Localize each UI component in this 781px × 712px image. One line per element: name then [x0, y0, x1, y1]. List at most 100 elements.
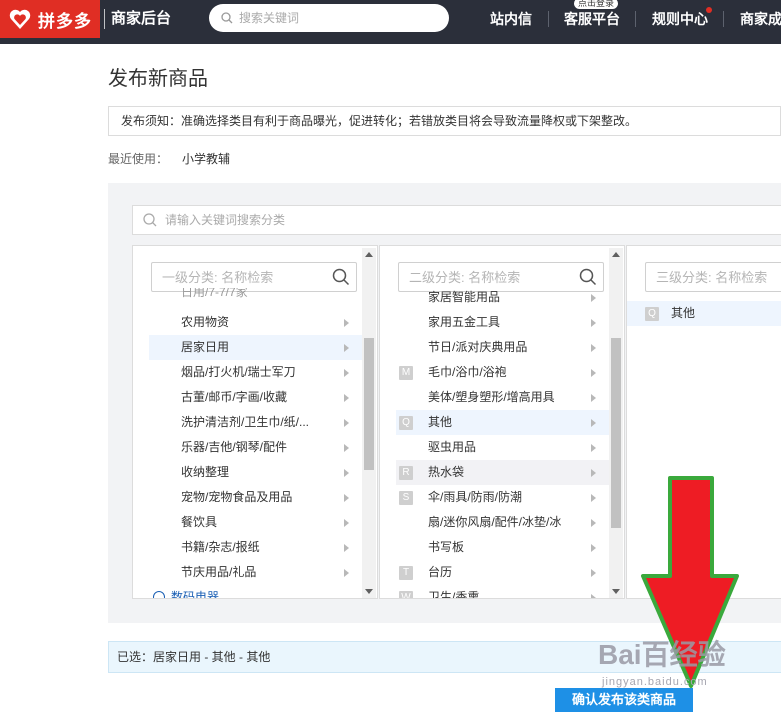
- confirm-publish-button[interactable]: 确认发布该类商品: [555, 688, 693, 712]
- level2-category-column: 家居智能用品家用五金工具节日/派对庆典用品 M 毛巾/浴巾/浴袍美体/塑身塑形/增高…: [379, 245, 625, 599]
- list-item-label: 宠物/宠物食品及用品: [181, 490, 293, 504]
- nav-merchant-growth[interactable]: 商家成: [740, 10, 781, 28]
- chevron-right-icon: [344, 419, 349, 427]
- list-item[interactable]: 乐器/吉他/钢琴/配件: [149, 435, 363, 460]
- chevron-right-icon: [344, 569, 349, 577]
- chevron-right-icon: [591, 494, 596, 502]
- nav-messages[interactable]: 站内信: [490, 10, 532, 28]
- nav-customer-service[interactable]: 客服平台: [564, 10, 620, 28]
- level2-scrollbar[interactable]: [609, 248, 623, 598]
- letter-index-badge: W: [399, 591, 413, 598]
- global-search-input[interactable]: [239, 11, 429, 25]
- list-item[interactable]: 节庆用品/礼品: [149, 560, 363, 585]
- letter-index-badge: Q: [645, 307, 659, 321]
- login-badge[interactable]: 点击登录: [574, 0, 619, 9]
- list-item-label: 洗护清洁剂/卫生巾/纸/...: [181, 415, 310, 429]
- chevron-right-icon: [591, 319, 596, 327]
- level1-list[interactable]: 日用/7-7/7家 农用物资 居家日用 烟品/打火机/瑞士军刀 古董/邮币/字画…: [133, 288, 365, 598]
- chevron-right-icon: [591, 294, 596, 302]
- level1-search-input[interactable]: [162, 269, 322, 285]
- list-item-label: 节庆用品/礼品: [181, 565, 257, 579]
- list-item[interactable]: 家居智能用品: [396, 288, 610, 310]
- list-item[interactable]: 日用/7-7/7家: [149, 288, 363, 305]
- list-item[interactable]: 扇/迷你风扇/配件/冰垫/冰: [396, 510, 610, 535]
- search-icon: [143, 213, 157, 227]
- chevron-right-icon: [591, 594, 596, 598]
- level2-list[interactable]: 家居智能用品 家用五金工具节日/派对庆典用品 M 毛巾/浴巾/浴袍 美体/塑身塑形/增高…: [380, 288, 612, 598]
- letter-index-badge: R: [399, 466, 413, 480]
- list-item[interactable]: 书籍/杂志/报纸: [149, 535, 363, 560]
- list-item-label: 扇/迷你风扇/配件/冰垫/冰: [428, 515, 562, 529]
- scroll-up-icon[interactable]: [612, 252, 620, 257]
- baidu-watermark-url: jingyan.baidu.com: [602, 676, 708, 688]
- logo-text: 拼多多: [38, 11, 92, 31]
- baidu-watermark: Bai百经验: [598, 639, 726, 670]
- pinduoduo-logo-icon: [9, 9, 31, 29]
- chevron-right-icon: [591, 519, 596, 527]
- letter-index-badge: Q: [399, 416, 413, 430]
- level1-scrollbar[interactable]: [362, 248, 376, 598]
- list-item-label: 居家日用: [181, 340, 230, 354]
- scroll-up-icon[interactable]: [365, 252, 373, 257]
- list-item[interactable]: 美体/塑身塑形/增高用具: [396, 385, 610, 410]
- level3-search-input[interactable]: [656, 269, 781, 285]
- list-item-label: 书籍/杂志/报纸: [181, 540, 260, 554]
- nav-divider: [635, 11, 636, 27]
- list-item[interactable]: 驱虫用品: [396, 435, 610, 460]
- list-item[interactable]: 节日/派对庆典用品: [396, 335, 610, 360]
- chevron-right-icon: [591, 569, 596, 577]
- chevron-right-icon: [344, 344, 349, 352]
- chevron-right-icon: [344, 544, 349, 552]
- chevron-right-icon: [344, 494, 349, 502]
- list-item[interactable]: 餐饮具: [149, 510, 363, 535]
- recent-used: 最近使用： 小学教辅: [108, 151, 230, 167]
- letter-index-badge: T: [399, 566, 413, 580]
- more-category-link[interactable]: 数码电器: [149, 585, 363, 598]
- list-item[interactable]: 洗护清洁剂/卫生巾/纸/...: [149, 410, 363, 435]
- list-item[interactable]: S 伞/雨具/防雨/防潮: [396, 485, 610, 510]
- scroll-thumb[interactable]: [364, 338, 374, 470]
- category-search[interactable]: [132, 205, 781, 235]
- chevron-right-icon: [591, 444, 596, 452]
- chevron-down-icon: [153, 591, 165, 598]
- list-item-hover[interactable]: R 热水袋: [396, 460, 610, 485]
- chevron-right-icon: [344, 394, 349, 402]
- list-item-label: 农用物资: [181, 315, 230, 329]
- chevron-right-icon: [591, 544, 596, 552]
- list-item-label: 台历: [428, 565, 453, 579]
- list-item[interactable]: T 台历: [396, 560, 610, 585]
- chevron-right-icon: [591, 344, 596, 352]
- list-item[interactable]: 家用五金工具: [396, 310, 610, 335]
- chevron-right-icon: [591, 469, 596, 477]
- list-item-selected[interactable]: Q 其他: [627, 301, 781, 326]
- publish-notice: 发布须知：准确选择类目有利于商品曝光，促进转化；若错放类目将会导致流量降权或下架…: [108, 106, 781, 136]
- list-item[interactable]: 书写板: [396, 535, 610, 560]
- category-search-input[interactable]: [165, 213, 565, 227]
- recent-item[interactable]: 小学教辅: [182, 152, 230, 166]
- scroll-thumb[interactable]: [611, 338, 621, 528]
- list-item-selected[interactable]: 居家日用: [149, 335, 363, 360]
- list-item[interactable]: 烟品/打火机/瑞士军刀: [149, 360, 363, 385]
- letter-index-badge: M: [399, 366, 413, 380]
- level2-search-input[interactable]: [409, 269, 569, 285]
- nav-rules-center[interactable]: 规则中心: [652, 10, 708, 28]
- brand-divider: [104, 9, 105, 29]
- list-item-selected[interactable]: Q 其他: [396, 410, 610, 435]
- list-item[interactable]: 农用物资: [149, 310, 363, 335]
- list-item-label: 家居智能用品: [428, 290, 501, 304]
- global-search[interactable]: [209, 4, 449, 32]
- list-item[interactable]: 宠物/宠物食品及用品: [149, 485, 363, 510]
- list-item-label: 家用五金工具: [428, 315, 501, 329]
- pinduoduo-logo[interactable]: 拼多多: [0, 0, 100, 38]
- top-nav-bar: 拼多多 商家后台 站内信 点击登录 客服平台 规则中心 商家成: [0, 0, 781, 44]
- notification-dot: [706, 7, 712, 13]
- scroll-down-icon[interactable]: [365, 589, 373, 594]
- list-item-label: 节日/派对庆典用品: [428, 340, 528, 354]
- chevron-right-icon: [344, 369, 349, 377]
- list-item[interactable]: M 毛巾/浴巾/浴袍: [396, 360, 610, 385]
- scroll-down-icon[interactable]: [612, 589, 620, 594]
- list-item[interactable]: 古董/邮币/字画/收藏: [149, 385, 363, 410]
- list-item[interactable]: 收纳整理: [149, 460, 363, 485]
- list-item[interactable]: W 卫生/香熏: [396, 585, 610, 598]
- list-item-label: 驱虫用品: [428, 440, 477, 454]
